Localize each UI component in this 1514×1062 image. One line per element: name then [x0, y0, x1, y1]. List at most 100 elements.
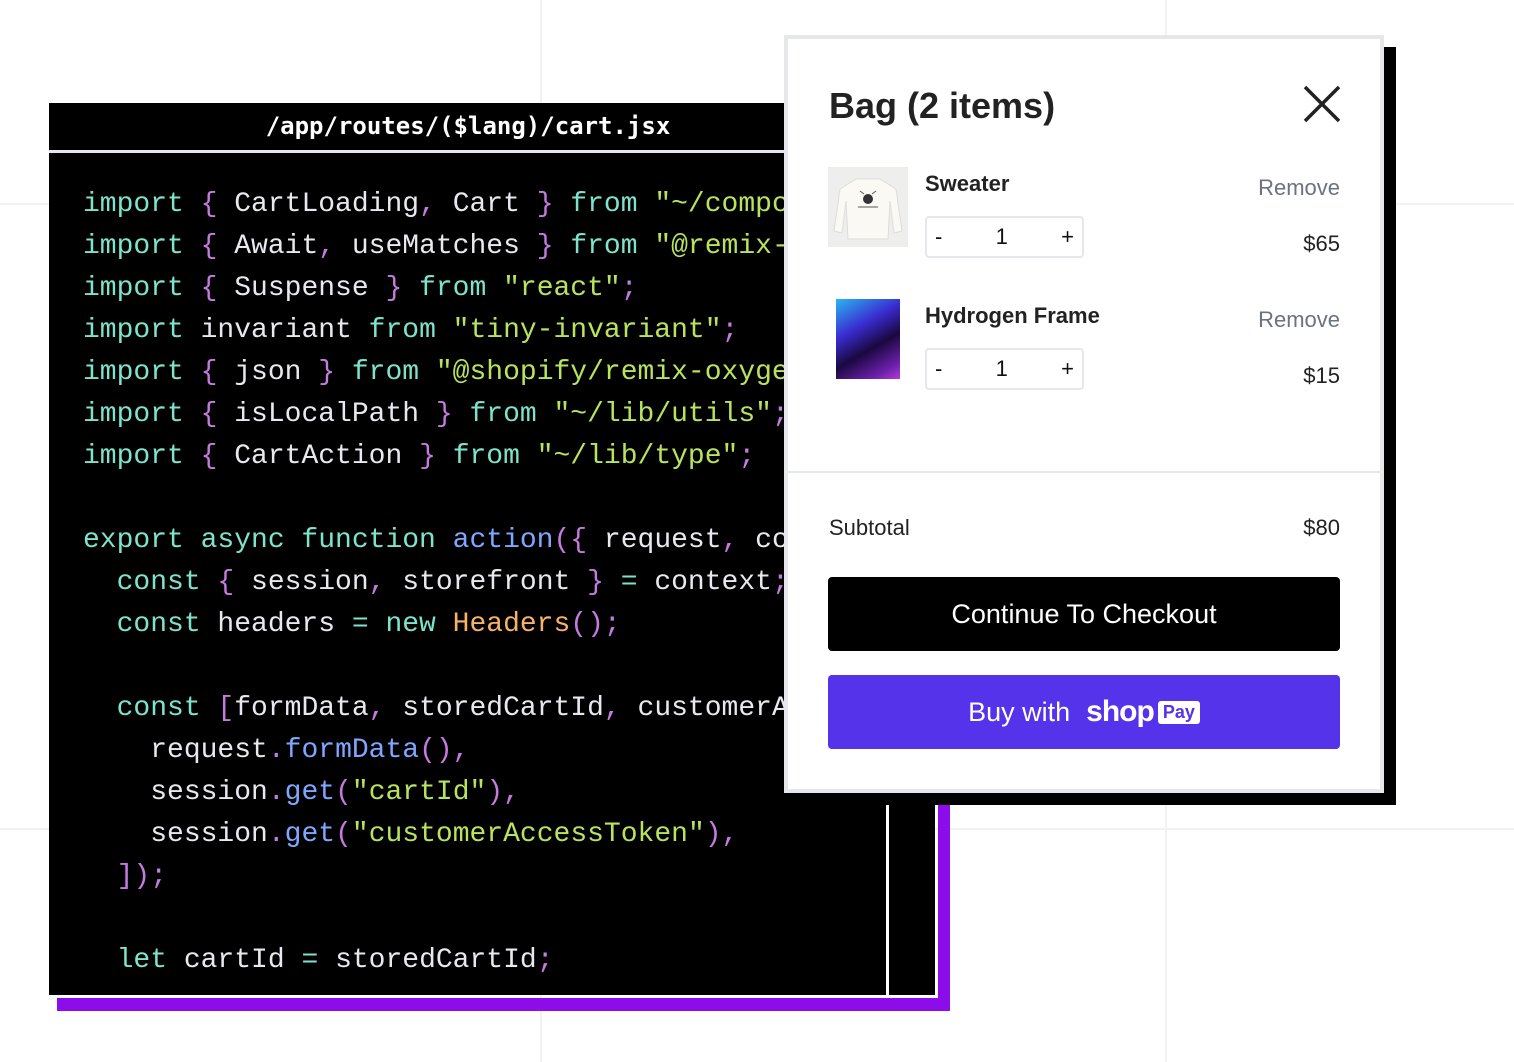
code-panel-divider: [886, 805, 889, 995]
code-token: (: [335, 819, 352, 850]
code-token: "~/lib/type": [536, 441, 739, 472]
cart-divider: [788, 471, 1380, 473]
item-price: $15: [1303, 363, 1340, 388]
code-token: from: [452, 441, 537, 472]
quantity-value: 1: [995, 224, 1008, 249]
code-token: ,: [368, 567, 403, 598]
code-token: from: [351, 357, 436, 388]
code-token: import: [83, 315, 201, 346]
code-token: useMatches: [351, 231, 537, 262]
code-token: storedCartId: [335, 945, 537, 976]
code-token: ;: [738, 441, 756, 472]
code-token: import: [83, 357, 201, 388]
code-token: "@shopify/remix-oxyge: [435, 357, 789, 388]
code-token: let: [83, 945, 184, 976]
code-token: invariant: [200, 315, 369, 346]
code-token: {: [200, 273, 235, 304]
accent-border-bottom: [57, 998, 950, 1011]
code-line: session.get("customerAccessToken"),: [83, 814, 935, 856]
code-token: {: [200, 357, 235, 388]
code-token: ,: [368, 693, 403, 724]
code-token: ),: [704, 819, 739, 850]
code-token: ,: [721, 525, 756, 556]
code-token: "cartId": [351, 777, 487, 808]
code-token: =: [620, 567, 655, 598]
accent-border-right: [938, 805, 950, 1011]
code-token: const: [83, 609, 218, 640]
code-token: "customerAccessToken": [351, 819, 705, 850]
code-token: storedCartId: [402, 693, 604, 724]
code-token: Await: [234, 231, 319, 262]
code-token: isLocalPath: [234, 399, 436, 430]
code-token: ;: [536, 945, 554, 976]
code-token: import: [83, 231, 201, 262]
code-token: request: [603, 525, 722, 556]
code-token: action: [452, 525, 554, 556]
close-icon[interactable]: [1302, 84, 1342, 124]
code-token: }: [587, 567, 621, 598]
cart-title: Bag (2 items): [829, 85, 1056, 126]
shop-pay-button[interactable]: Buy with shop Pay: [828, 675, 1340, 749]
increase-button[interactable]: +: [1061, 224, 1074, 250]
code-token: storefront: [402, 567, 588, 598]
code-token: "tiny-invariant": [452, 315, 722, 346]
code-token: "~/lib/utils": [553, 399, 772, 430]
code-token: from: [368, 315, 453, 346]
subtotal-label: Subtotal: [829, 515, 910, 540]
code-token: ({: [553, 525, 604, 556]
code-token: }: [385, 273, 420, 304]
code-token: ]);: [83, 861, 168, 892]
code-token: get: [284, 819, 336, 850]
code-token: .: [267, 777, 285, 808]
quantity-stepper: - 1 +: [925, 216, 1084, 258]
code-token: export async function: [83, 525, 453, 556]
code-token: (: [335, 777, 352, 808]
code-token: }: [536, 189, 571, 220]
shop-logo: shop: [1086, 695, 1155, 728]
code-token: const: [83, 693, 218, 724]
code-token: from: [570, 189, 655, 220]
code-token: import: [83, 441, 201, 472]
code-token: Suspense: [234, 273, 386, 304]
checkout-button[interactable]: Continue To Checkout: [828, 577, 1340, 651]
code-token: headers: [217, 609, 352, 640]
code-token: cartId: [183, 945, 302, 976]
code-token: json: [234, 357, 319, 388]
code-token: "react": [503, 273, 621, 304]
pay-badge: Pay: [1157, 700, 1200, 724]
code-token: ;: [721, 315, 739, 346]
code-token: Headers: [452, 609, 571, 640]
shop-pay-prefix: Buy with: [968, 696, 1071, 727]
cart-drawer: Bag (2 items) Sweater Remove - 1 + $65 H…: [784, 35, 1384, 793]
item-name: Hydrogen Frame: [925, 303, 1100, 328]
code-token: .: [267, 819, 285, 850]
code-token: {: [200, 441, 235, 472]
decrease-button[interactable]: -: [935, 356, 942, 382]
increase-button[interactable]: +: [1061, 356, 1074, 382]
quantity-stepper: - 1 +: [925, 348, 1084, 390]
code-token: ();: [570, 609, 621, 640]
code-token: request: [83, 735, 268, 766]
code-token: CartLoading: [234, 189, 420, 220]
code-token: context: [654, 567, 772, 598]
code-token: = new: [351, 609, 453, 640]
subtotal-value: $80: [1303, 515, 1340, 540]
code-token: }: [419, 441, 453, 472]
code-line: ]);: [83, 856, 935, 898]
code-token: {: [200, 231, 235, 262]
decrease-button[interactable]: -: [935, 224, 942, 250]
code-token: (),: [419, 735, 470, 766]
code-token: ,: [318, 231, 352, 262]
code-token: import: [83, 399, 201, 430]
code-token: .: [267, 735, 285, 766]
code-token: CartAction: [234, 441, 420, 472]
code-token: "@remix-: [654, 231, 789, 262]
code-token: const: [83, 567, 218, 598]
code-token: }: [435, 399, 470, 430]
code-line: let cartId = storedCartId;: [83, 940, 935, 982]
remove-button[interactable]: Remove: [1258, 175, 1340, 201]
code-token: }: [536, 231, 571, 262]
code-token: =: [301, 945, 336, 976]
remove-button[interactable]: Remove: [1258, 307, 1340, 333]
code-token: formData: [284, 735, 420, 766]
